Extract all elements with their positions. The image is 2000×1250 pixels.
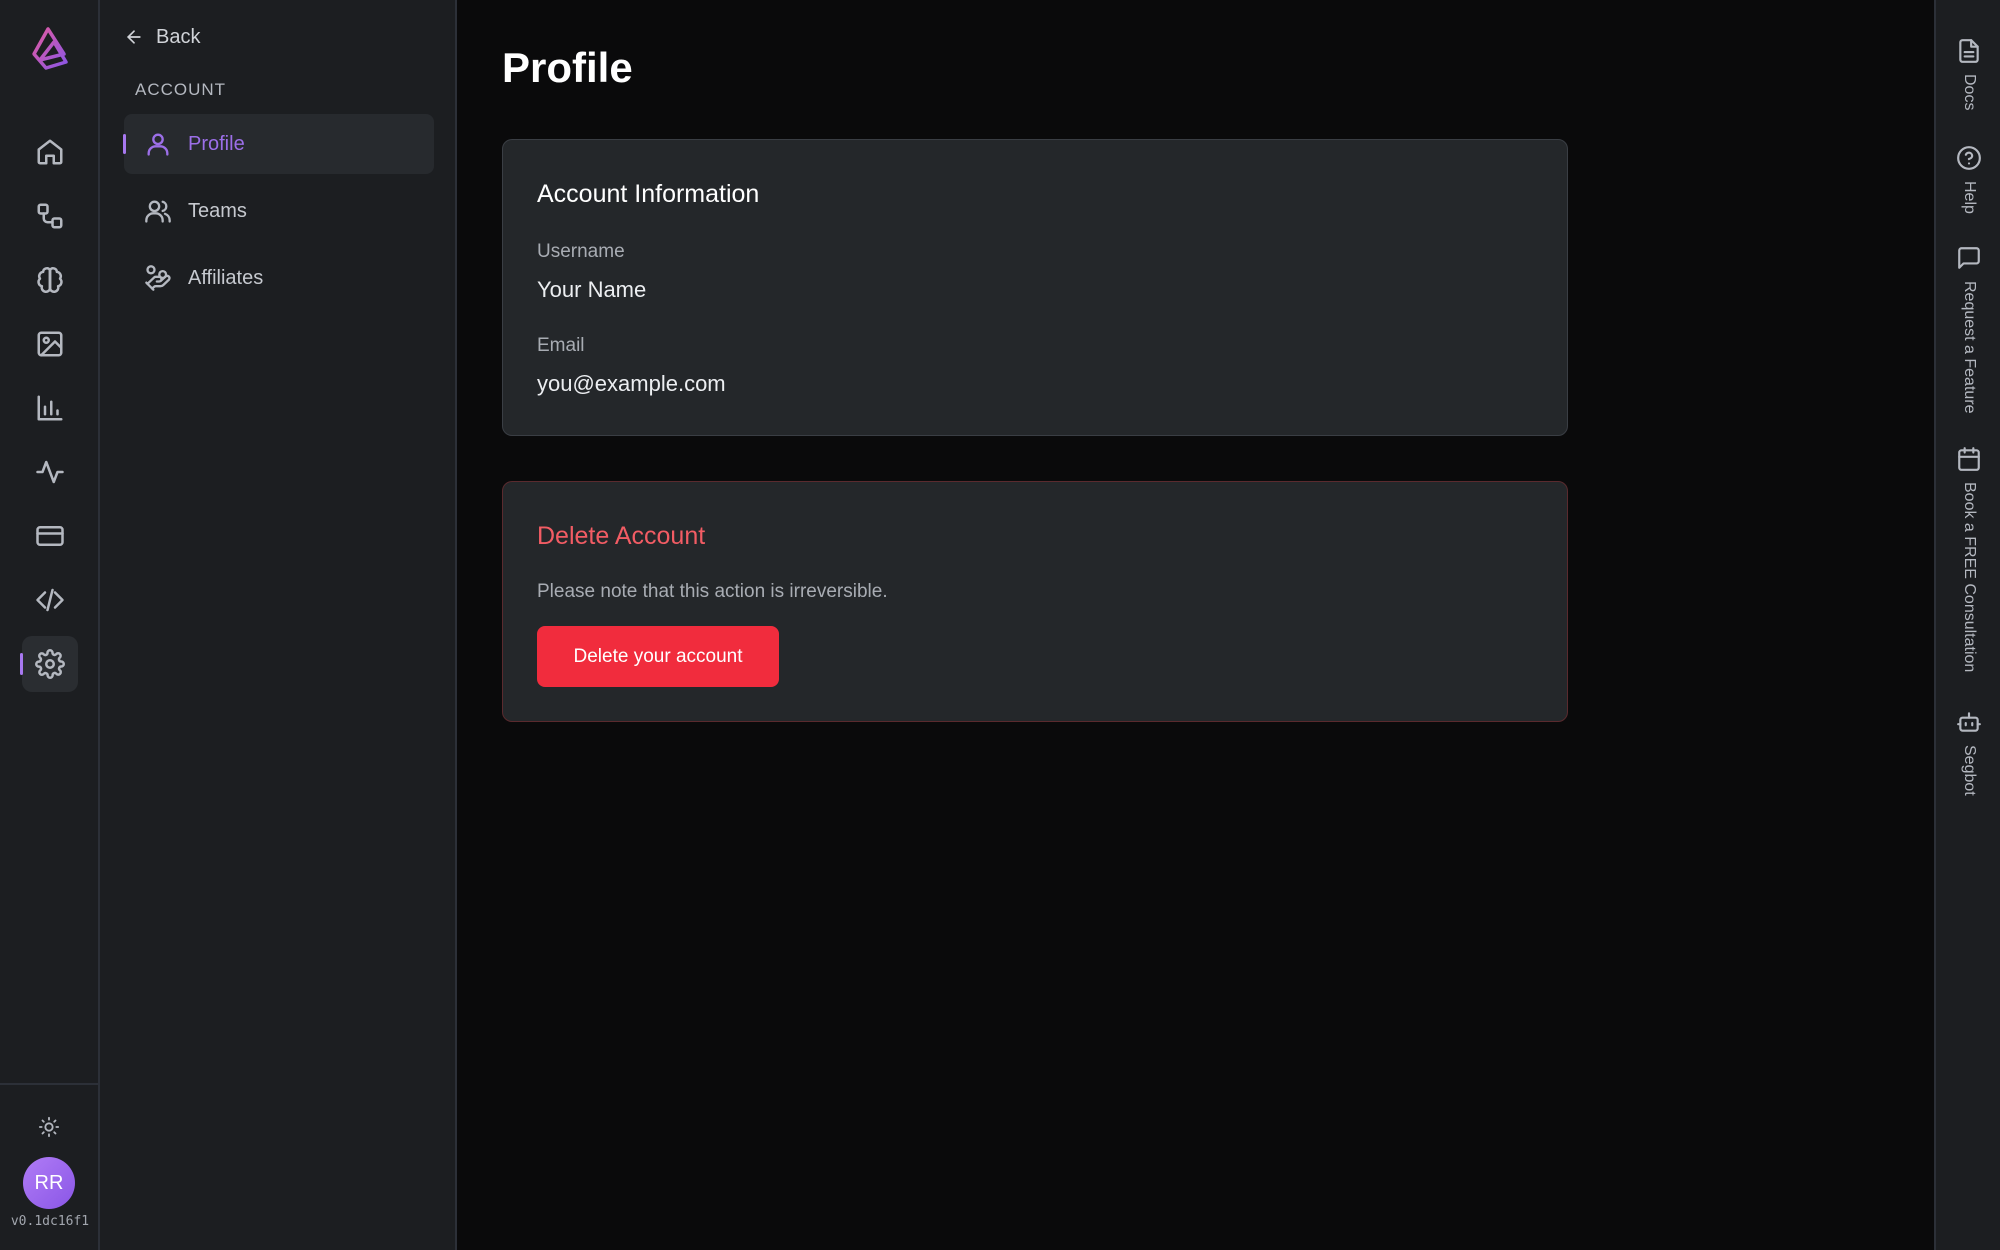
username-value: Your Name bbox=[537, 277, 647, 302]
code-icon[interactable] bbox=[22, 572, 78, 628]
hand-coins-icon bbox=[145, 265, 171, 291]
settings-sidebar: Back ACCOUNT Profile Teams Affiliates bbox=[100, 0, 457, 1250]
book-consultation-label: Book a FREE Consultation bbox=[1961, 482, 1978, 673]
account-information-card: Account Information Username Your Name E… bbox=[502, 139, 1568, 436]
delete-account-button[interactable]: Delete your account bbox=[537, 626, 779, 687]
page-title: Profile bbox=[502, 44, 633, 91]
docs-label: Docs bbox=[1961, 74, 1978, 111]
arrow-left-icon bbox=[127, 30, 141, 44]
user-icon bbox=[147, 133, 169, 156]
bar-chart-icon[interactable] bbox=[22, 380, 78, 436]
delete-account-card: Delete Account Please note that this act… bbox=[502, 481, 1568, 722]
card-title: Account Information bbox=[537, 180, 760, 208]
sidebar-item-label: Affiliates bbox=[188, 266, 264, 289]
avatar[interactable]: RR bbox=[23, 1157, 75, 1209]
sidebar-item-affiliates[interactable]: Affiliates bbox=[124, 248, 434, 308]
brain-icon[interactable] bbox=[22, 252, 78, 308]
sidebar-item-teams[interactable]: Teams bbox=[124, 181, 434, 241]
sun-icon[interactable] bbox=[34, 1112, 64, 1142]
main-icon-rail: RR v0.1dc16f1 bbox=[0, 0, 100, 1250]
activity-icon[interactable] bbox=[22, 444, 78, 500]
bot-icon bbox=[1957, 712, 1981, 732]
email-value: you@example.com bbox=[537, 371, 726, 396]
workflow-icon[interactable] bbox=[22, 188, 78, 244]
document-icon bbox=[1959, 39, 1979, 63]
section-label: ACCOUNT bbox=[135, 80, 227, 99]
username-label: Username bbox=[537, 241, 625, 262]
help-label: Help bbox=[1961, 181, 1978, 214]
calendar-icon bbox=[1958, 447, 1980, 471]
card-title: Delete Account bbox=[537, 522, 706, 550]
irreversible-note: Please note that this action is irrevers… bbox=[537, 581, 888, 602]
docs-link[interactable]: Docs bbox=[1936, 38, 2000, 110]
book-consultation-link[interactable]: Book a FREE Consultation bbox=[1936, 446, 2000, 672]
back-label: Back bbox=[156, 25, 201, 48]
help-circle-icon bbox=[1957, 146, 1981, 170]
home-icon[interactable] bbox=[22, 124, 78, 180]
request-feature-label: Request a Feature bbox=[1961, 281, 1978, 414]
sidebar-item-label: Teams bbox=[188, 199, 247, 222]
sidebar-item-profile[interactable]: Profile bbox=[123, 114, 434, 174]
right-help-rail: Docs Help Request a Feature Book a FREE … bbox=[1934, 0, 2000, 1250]
users-icon bbox=[145, 200, 171, 223]
back-button[interactable]: Back bbox=[124, 22, 200, 52]
settings-icon[interactable] bbox=[20, 636, 78, 692]
logo-icon[interactable] bbox=[24, 24, 74, 74]
help-link[interactable]: Help bbox=[1936, 145, 2000, 214]
request-feature-link[interactable]: Request a Feature bbox=[1936, 245, 2000, 414]
segbot-link[interactable]: Segbot bbox=[1936, 709, 2000, 796]
sidebar-item-label: Profile bbox=[188, 132, 245, 155]
rail-divider bbox=[0, 1083, 100, 1085]
version-label: v0.1dc16f1 bbox=[10, 1214, 90, 1229]
message-square-icon bbox=[1958, 247, 1980, 269]
email-label: Email bbox=[537, 335, 585, 356]
image-icon[interactable] bbox=[22, 316, 78, 372]
segbot-label: Segbot bbox=[1961, 745, 1978, 796]
credit-card-icon[interactable] bbox=[22, 508, 78, 564]
